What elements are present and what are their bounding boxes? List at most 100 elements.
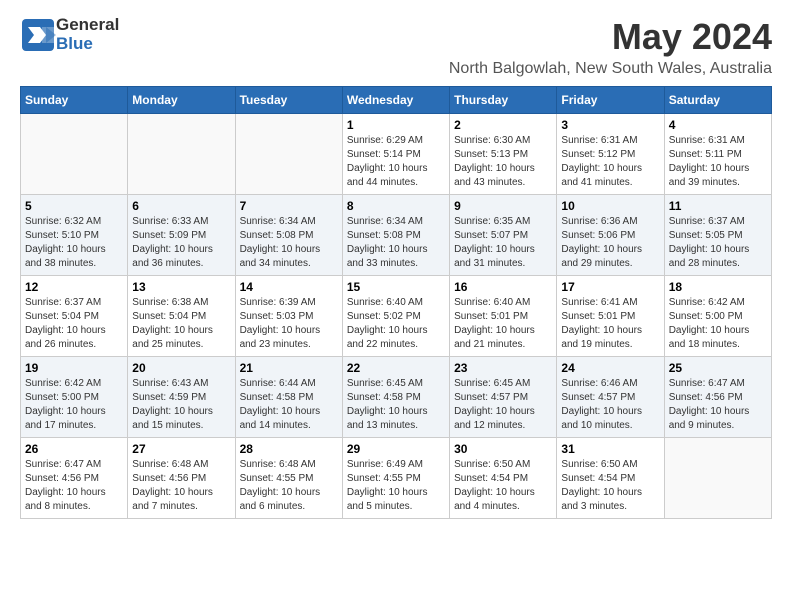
calendar-cell xyxy=(664,438,771,519)
calendar-cell: 14 Sunrise: 6:39 AM Sunset: 5:03 PM Dayli… xyxy=(235,276,342,357)
day-info: Sunrise: 6:31 AM Sunset: 5:11 PM Dayligh… xyxy=(669,134,767,190)
weekday-header-saturday: Saturday xyxy=(664,87,771,114)
calendar-cell: 2Sunrise: 6:30 AM Sunset: 5:13 PM Daylig… xyxy=(450,114,557,195)
logo: General Blue xyxy=(20,16,119,53)
day-number: 12 xyxy=(25,280,123,294)
day-number: 17 xyxy=(561,280,659,294)
day-info: Sunrise: 6:48 AM Sunset: 4:55 PM Dayligh… xyxy=(240,458,338,514)
title-section: May 2024 North Balgowlah, New South Wale… xyxy=(449,16,772,78)
day-info: Sunrise: 6:33 AM Sunset: 5:09 PM Dayligh… xyxy=(132,215,230,271)
day-number: 3 xyxy=(561,118,659,132)
calendar-week-row: 26 Sunrise: 6:47 AM Sunset: 4:56 PM Dayli… xyxy=(21,438,772,519)
day-number: 7 xyxy=(240,199,338,213)
day-number: 6 xyxy=(132,199,230,213)
calendar-cell: 12 Sunrise: 6:37 AM Sunset: 5:04 PM Dayli… xyxy=(21,276,128,357)
calendar-cell: 6 Sunrise: 6:33 AM Sunset: 5:09 PM Daylig… xyxy=(128,195,235,276)
calendar-cell: 20Sunrise: 6:43 AM Sunset: 4:59 PM Dayli… xyxy=(128,357,235,438)
day-info: Sunrise: 6:37 AM Sunset: 5:05 PM Dayligh… xyxy=(669,215,767,271)
calendar-cell: 30 Sunrise: 6:50 AM Sunset: 4:54 PM Dayli… xyxy=(450,438,557,519)
calendar-cell: 29Sunrise: 6:49 AM Sunset: 4:55 PM Dayli… xyxy=(342,438,449,519)
calendar-cell: 26 Sunrise: 6:47 AM Sunset: 4:56 PM Dayli… xyxy=(21,438,128,519)
day-info: Sunrise: 6:42 AM Sunset: 5:00 PM Dayligh… xyxy=(25,377,123,433)
day-info: Sunrise: 6:34 AM Sunset: 5:08 PM Dayligh… xyxy=(347,215,445,271)
day-info: Sunrise: 6:39 AM Sunset: 5:03 PM Dayligh… xyxy=(240,296,338,352)
day-number: 30 xyxy=(454,442,552,456)
calendar-cell: 10 Sunrise: 6:36 AM Sunset: 5:06 PM Dayli… xyxy=(557,195,664,276)
weekday-header-sunday: Sunday xyxy=(21,87,128,114)
day-number: 2 xyxy=(454,118,552,132)
day-number: 9 xyxy=(454,199,552,213)
calendar-cell: 5 Sunrise: 6:32 AM Sunset: 5:10 PM Daylig… xyxy=(21,195,128,276)
calendar-week-row: 1 Sunrise: 6:29 AM Sunset: 5:14 PM Daylig… xyxy=(21,114,772,195)
day-number: 14 xyxy=(240,280,338,294)
calendar-table: SundayMondayTuesdayWednesdayThursdayFrid… xyxy=(20,86,772,519)
day-info: Sunrise: 6:47 AM Sunset: 4:56 PM Dayligh… xyxy=(669,377,767,433)
day-number: 20 xyxy=(132,361,230,375)
day-number: 21 xyxy=(240,361,338,375)
calendar-cell: 1 Sunrise: 6:29 AM Sunset: 5:14 PM Daylig… xyxy=(342,114,449,195)
location-subtitle: North Balgowlah, New South Wales, Austra… xyxy=(449,60,772,78)
calendar-cell: 3Sunrise: 6:31 AM Sunset: 5:12 PM Daylig… xyxy=(557,114,664,195)
calendar-cell: 8Sunrise: 6:34 AM Sunset: 5:08 PM Daylig… xyxy=(342,195,449,276)
calendar-cell: 15Sunrise: 6:40 AM Sunset: 5:02 PM Dayli… xyxy=(342,276,449,357)
day-info: Sunrise: 6:40 AM Sunset: 5:02 PM Dayligh… xyxy=(347,296,445,352)
month-year-title: May 2024 xyxy=(449,16,772,58)
weekday-header-wednesday: Wednesday xyxy=(342,87,449,114)
day-number: 29 xyxy=(347,442,445,456)
day-info: Sunrise: 6:45 AM Sunset: 4:58 PM Dayligh… xyxy=(347,377,445,433)
calendar-header-row: SundayMondayTuesdayWednesdayThursdayFrid… xyxy=(21,87,772,114)
weekday-header-tuesday: Tuesday xyxy=(235,87,342,114)
day-number: 19 xyxy=(25,361,123,375)
day-info: Sunrise: 6:47 AM Sunset: 4:56 PM Dayligh… xyxy=(25,458,123,514)
day-info: Sunrise: 6:29 AM Sunset: 5:14 PM Dayligh… xyxy=(347,134,445,190)
calendar-week-row: 5 Sunrise: 6:32 AM Sunset: 5:10 PM Daylig… xyxy=(21,195,772,276)
calendar-cell: 31 Sunrise: 6:50 AM Sunset: 4:54 PM Dayli… xyxy=(557,438,664,519)
calendar-week-row: 19 Sunrise: 6:42 AM Sunset: 5:00 PM Dayli… xyxy=(21,357,772,438)
day-number: 16 xyxy=(454,280,552,294)
calendar-cell: 11 Sunrise: 6:37 AM Sunset: 5:05 PM Dayli… xyxy=(664,195,771,276)
day-number: 13 xyxy=(132,280,230,294)
weekday-header-thursday: Thursday xyxy=(450,87,557,114)
calendar-week-row: 12 Sunrise: 6:37 AM Sunset: 5:04 PM Dayli… xyxy=(21,276,772,357)
calendar-cell: 17 Sunrise: 6:41 AM Sunset: 5:01 PM Dayli… xyxy=(557,276,664,357)
day-number: 26 xyxy=(25,442,123,456)
day-info: Sunrise: 6:45 AM Sunset: 4:57 PM Dayligh… xyxy=(454,377,552,433)
day-number: 22 xyxy=(347,361,445,375)
calendar-cell: 25Sunrise: 6:47 AM Sunset: 4:56 PM Dayli… xyxy=(664,357,771,438)
day-info: Sunrise: 6:50 AM Sunset: 4:54 PM Dayligh… xyxy=(561,458,659,514)
calendar-cell xyxy=(128,114,235,195)
day-number: 1 xyxy=(347,118,445,132)
calendar-cell xyxy=(235,114,342,195)
calendar-cell: 24Sunrise: 6:46 AM Sunset: 4:57 PM Dayli… xyxy=(557,357,664,438)
calendar-cell: 28 Sunrise: 6:48 AM Sunset: 4:55 PM Dayli… xyxy=(235,438,342,519)
day-info: Sunrise: 6:50 AM Sunset: 4:54 PM Dayligh… xyxy=(454,458,552,514)
calendar-cell: 9 Sunrise: 6:35 AM Sunset: 5:07 PM Daylig… xyxy=(450,195,557,276)
weekday-header-friday: Friday xyxy=(557,87,664,114)
day-info: Sunrise: 6:35 AM Sunset: 5:07 PM Dayligh… xyxy=(454,215,552,271)
logo-icon xyxy=(20,17,56,53)
page-header: General Blue May 2024 North Balgowlah, N… xyxy=(20,16,772,78)
logo-blue-text: Blue xyxy=(56,35,119,54)
calendar-cell: 22 Sunrise: 6:45 AM Sunset: 4:58 PM Dayli… xyxy=(342,357,449,438)
day-number: 27 xyxy=(132,442,230,456)
day-number: 5 xyxy=(25,199,123,213)
calendar-cell xyxy=(21,114,128,195)
day-info: Sunrise: 6:38 AM Sunset: 5:04 PM Dayligh… xyxy=(132,296,230,352)
calendar-cell: 4Sunrise: 6:31 AM Sunset: 5:11 PM Daylig… xyxy=(664,114,771,195)
day-info: Sunrise: 6:32 AM Sunset: 5:10 PM Dayligh… xyxy=(25,215,123,271)
day-number: 28 xyxy=(240,442,338,456)
day-info: Sunrise: 6:37 AM Sunset: 5:04 PM Dayligh… xyxy=(25,296,123,352)
day-info: Sunrise: 6:41 AM Sunset: 5:01 PM Dayligh… xyxy=(561,296,659,352)
day-info: Sunrise: 6:34 AM Sunset: 5:08 PM Dayligh… xyxy=(240,215,338,271)
weekday-header-monday: Monday xyxy=(128,87,235,114)
day-number: 18 xyxy=(669,280,767,294)
day-info: Sunrise: 6:40 AM Sunset: 5:01 PM Dayligh… xyxy=(454,296,552,352)
calendar-cell: 23Sunrise: 6:45 AM Sunset: 4:57 PM Dayli… xyxy=(450,357,557,438)
day-number: 10 xyxy=(561,199,659,213)
day-number: 11 xyxy=(669,199,767,213)
day-info: Sunrise: 6:36 AM Sunset: 5:06 PM Dayligh… xyxy=(561,215,659,271)
day-info: Sunrise: 6:48 AM Sunset: 4:56 PM Dayligh… xyxy=(132,458,230,514)
logo-general-text: General xyxy=(56,16,119,35)
day-number: 31 xyxy=(561,442,659,456)
day-info: Sunrise: 6:42 AM Sunset: 5:00 PM Dayligh… xyxy=(669,296,767,352)
